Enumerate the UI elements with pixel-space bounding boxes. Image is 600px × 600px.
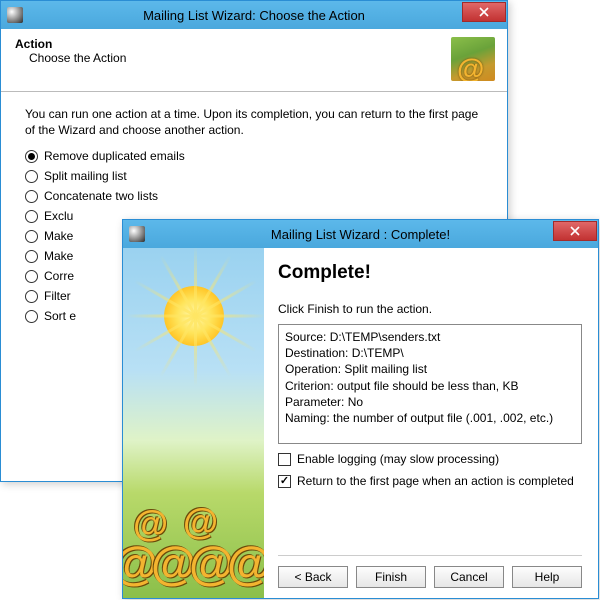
return-first-checkbox[interactable]: Return to the first page when an action … — [278, 474, 582, 488]
radio-icon — [25, 150, 38, 163]
option-label: Concatenate two lists — [44, 189, 158, 203]
wizard-header: Action Choose the Action — [1, 29, 507, 92]
app-icon — [129, 226, 145, 242]
intro-text: You can run one action at a time. Upon i… — [25, 106, 483, 138]
checkbox-icon — [278, 475, 291, 488]
radio-icon — [25, 190, 38, 203]
radio-icon — [25, 290, 38, 303]
titlebar[interactable]: Mailing List Wizard : Complete! — [123, 220, 598, 248]
close-icon — [570, 226, 580, 236]
button-bar: < Back Finish Cancel Help — [278, 555, 582, 588]
close-button[interactable] — [553, 221, 597, 241]
option-split[interactable]: Split mailing list — [25, 166, 483, 186]
option-label: Make — [44, 249, 73, 263]
option-label: Make — [44, 229, 73, 243]
header-subtitle: Choose the Action — [15, 51, 451, 65]
option-label: Split mailing list — [44, 169, 127, 183]
option-label: Sort e — [44, 309, 76, 323]
option-label: Remove duplicated emails — [44, 149, 185, 163]
window-title: Mailing List Wizard : Complete! — [123, 227, 598, 242]
checkbox-label: Enable logging (may slow processing) — [297, 452, 499, 466]
radio-icon — [25, 270, 38, 283]
option-label: Corre — [44, 269, 74, 283]
header-title: Action — [15, 37, 451, 51]
cancel-button[interactable]: Cancel — [434, 566, 504, 588]
radio-icon — [25, 310, 38, 323]
instruction-text: Click Finish to run the action. — [278, 302, 582, 316]
option-label: Exclu — [44, 209, 73, 223]
window-title: Mailing List Wizard: Choose the Action — [1, 8, 507, 23]
finish-button[interactable]: Finish — [356, 566, 426, 588]
help-button[interactable]: Help — [512, 566, 582, 588]
close-icon — [479, 7, 489, 17]
sidebar-illustration: @ @ @ @ @ @ — [123, 248, 264, 598]
radio-icon — [25, 170, 38, 183]
radio-icon — [25, 250, 38, 263]
option-label: Filter — [44, 289, 71, 303]
complete-pane: Complete! Click Finish to run the action… — [264, 248, 598, 598]
header-image — [451, 37, 495, 81]
enable-logging-checkbox[interactable]: Enable logging (may slow processing) — [278, 452, 582, 466]
radio-icon — [25, 230, 38, 243]
checkbox-icon — [278, 453, 291, 466]
complete-heading: Complete! — [278, 262, 582, 284]
checkbox-label: Return to the first page when an action … — [297, 474, 574, 488]
radio-icon — [25, 210, 38, 223]
titlebar[interactable]: Mailing List Wizard: Choose the Action — [1, 1, 507, 29]
summary-box[interactable]: Source: D:\TEMP\senders.txt Destination:… — [278, 324, 582, 444]
app-icon — [7, 7, 23, 23]
back-button[interactable]: < Back — [278, 566, 348, 588]
option-remove-duplicates[interactable]: Remove duplicated emails — [25, 146, 483, 166]
wizard-complete-window: Mailing List Wizard : Complete! @ @ @ @ … — [122, 219, 599, 599]
option-concatenate[interactable]: Concatenate two lists — [25, 186, 483, 206]
close-button[interactable] — [462, 2, 506, 22]
